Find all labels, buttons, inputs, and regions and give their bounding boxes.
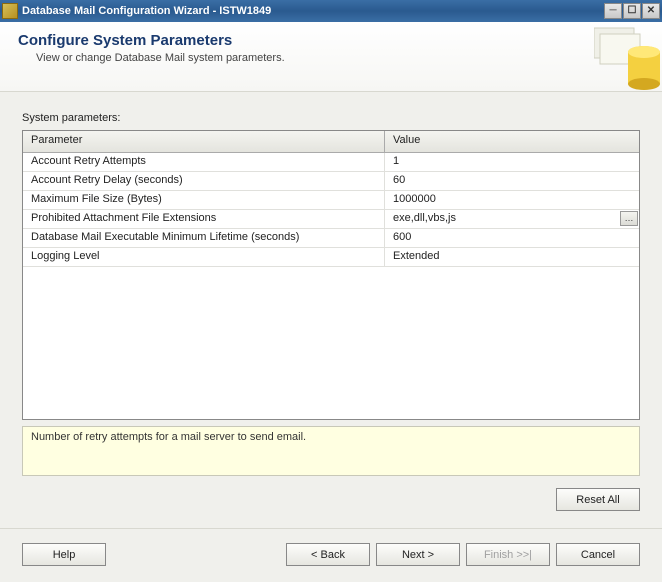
page-subtitle: View or change Database Mail system para… bbox=[36, 52, 644, 64]
param-value[interactable]: 1000000 bbox=[385, 191, 639, 209]
app-icon bbox=[2, 3, 18, 19]
reset-all-button[interactable]: Reset All bbox=[556, 488, 640, 511]
param-value-text: exe,dll,vbs,js bbox=[393, 212, 456, 224]
titlebar[interactable]: Database Mail Configuration Wizard - IST… bbox=[0, 0, 662, 22]
cancel-button[interactable]: Cancel bbox=[556, 543, 640, 566]
finish-button: Finish >>| bbox=[466, 543, 550, 566]
param-name: Logging Level bbox=[23, 248, 385, 266]
grid-header: Parameter Value bbox=[23, 131, 639, 153]
param-name: Database Mail Executable Minimum Lifetim… bbox=[23, 229, 385, 247]
help-button[interactable]: Help bbox=[22, 543, 106, 566]
back-button[interactable]: < Back bbox=[286, 543, 370, 566]
param-value[interactable]: 600 bbox=[385, 229, 639, 247]
wizard-button-bar: Help < Back Next > Finish >>| Cancel bbox=[0, 528, 662, 582]
grid-row[interactable]: Prohibited Attachment File Extensions ex… bbox=[23, 210, 639, 229]
ellipsis-button[interactable]: … bbox=[620, 211, 638, 226]
grid-row[interactable]: Database Mail Executable Minimum Lifetim… bbox=[23, 229, 639, 248]
column-header-parameter[interactable]: Parameter bbox=[23, 131, 385, 152]
window-title: Database Mail Configuration Wizard - IST… bbox=[22, 5, 603, 17]
header-graphic-icon bbox=[594, 22, 662, 92]
column-header-value[interactable]: Value bbox=[385, 131, 639, 152]
close-button[interactable]: ✕ bbox=[642, 3, 660, 19]
minimize-button[interactable]: ─ bbox=[604, 3, 622, 19]
grid-row[interactable]: Logging Level Extended bbox=[23, 248, 639, 267]
param-value[interactable]: Extended bbox=[385, 248, 639, 266]
grid-row[interactable]: Maximum File Size (Bytes) 1000000 bbox=[23, 191, 639, 210]
page-title: Configure System Parameters bbox=[18, 32, 644, 49]
param-name: Account Retry Delay (seconds) bbox=[23, 172, 385, 190]
param-name: Prohibited Attachment File Extensions bbox=[23, 210, 385, 228]
param-name: Account Retry Attempts bbox=[23, 153, 385, 171]
description-panel: Number of retry attempts for a mail serv… bbox=[22, 426, 640, 476]
next-button[interactable]: Next > bbox=[376, 543, 460, 566]
param-value[interactable]: exe,dll,vbs,js … bbox=[385, 210, 639, 228]
param-value[interactable]: 60 bbox=[385, 172, 639, 190]
wizard-body: System parameters: Parameter Value Accou… bbox=[0, 92, 662, 582]
param-value[interactable]: 1 bbox=[385, 153, 639, 171]
param-name: Maximum File Size (Bytes) bbox=[23, 191, 385, 209]
grid-row[interactable]: Account Retry Delay (seconds) 60 bbox=[23, 172, 639, 191]
grid-row[interactable]: Account Retry Attempts 1 bbox=[23, 153, 639, 172]
wizard-header: Configure System Parameters View or chan… bbox=[0, 22, 662, 92]
system-parameters-label: System parameters: bbox=[22, 112, 640, 124]
parameters-grid[interactable]: Parameter Value Account Retry Attempts 1… bbox=[22, 130, 640, 420]
maximize-button[interactable]: ☐ bbox=[623, 3, 641, 19]
